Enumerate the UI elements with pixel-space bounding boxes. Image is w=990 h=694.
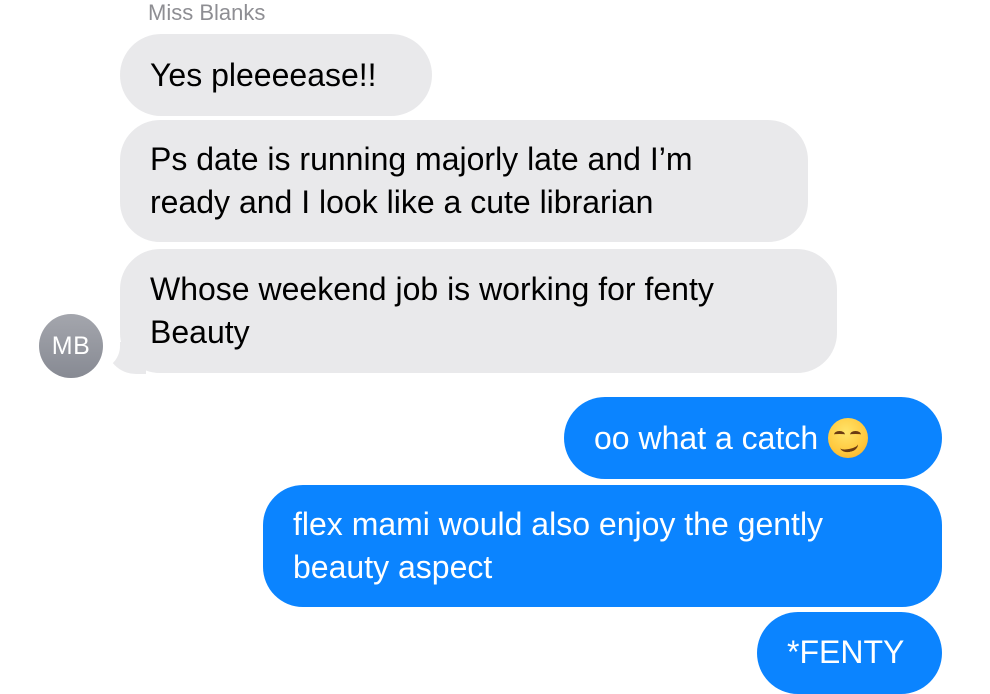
message-text: Yes pleeeease!! — [150, 56, 377, 93]
contact-avatar[interactable]: MB — [39, 314, 103, 378]
received-message-bubble[interactable]: Ps date is running majorly late and I’m … — [120, 120, 808, 242]
smirk-emoji-icon — [828, 418, 869, 458]
message-text: Ps date is running majorly late and I’m … — [150, 141, 693, 220]
avatar-initials: MB — [51, 331, 91, 360]
sent-message-bubble[interactable]: *FENTY — [757, 612, 942, 694]
message-text: Whose weekend job is working for fenty B… — [150, 271, 714, 350]
sent-message-bubble[interactable]: flex mami would also enjoy the gently be… — [263, 485, 942, 607]
sent-message-bubble[interactable]: oo what a catch — [564, 397, 942, 479]
message-text: flex mami would also enjoy the gently be… — [293, 506, 824, 585]
message-text: oo what a catch — [594, 419, 819, 456]
message-text: *FENTY — [787, 634, 905, 670]
received-message-bubble[interactable]: Whose weekend job is working for fenty B… — [120, 249, 837, 373]
sender-name: Miss Blanks — [148, 0, 266, 25]
received-message-bubble[interactable]: Yes pleeeease!! — [120, 34, 432, 116]
